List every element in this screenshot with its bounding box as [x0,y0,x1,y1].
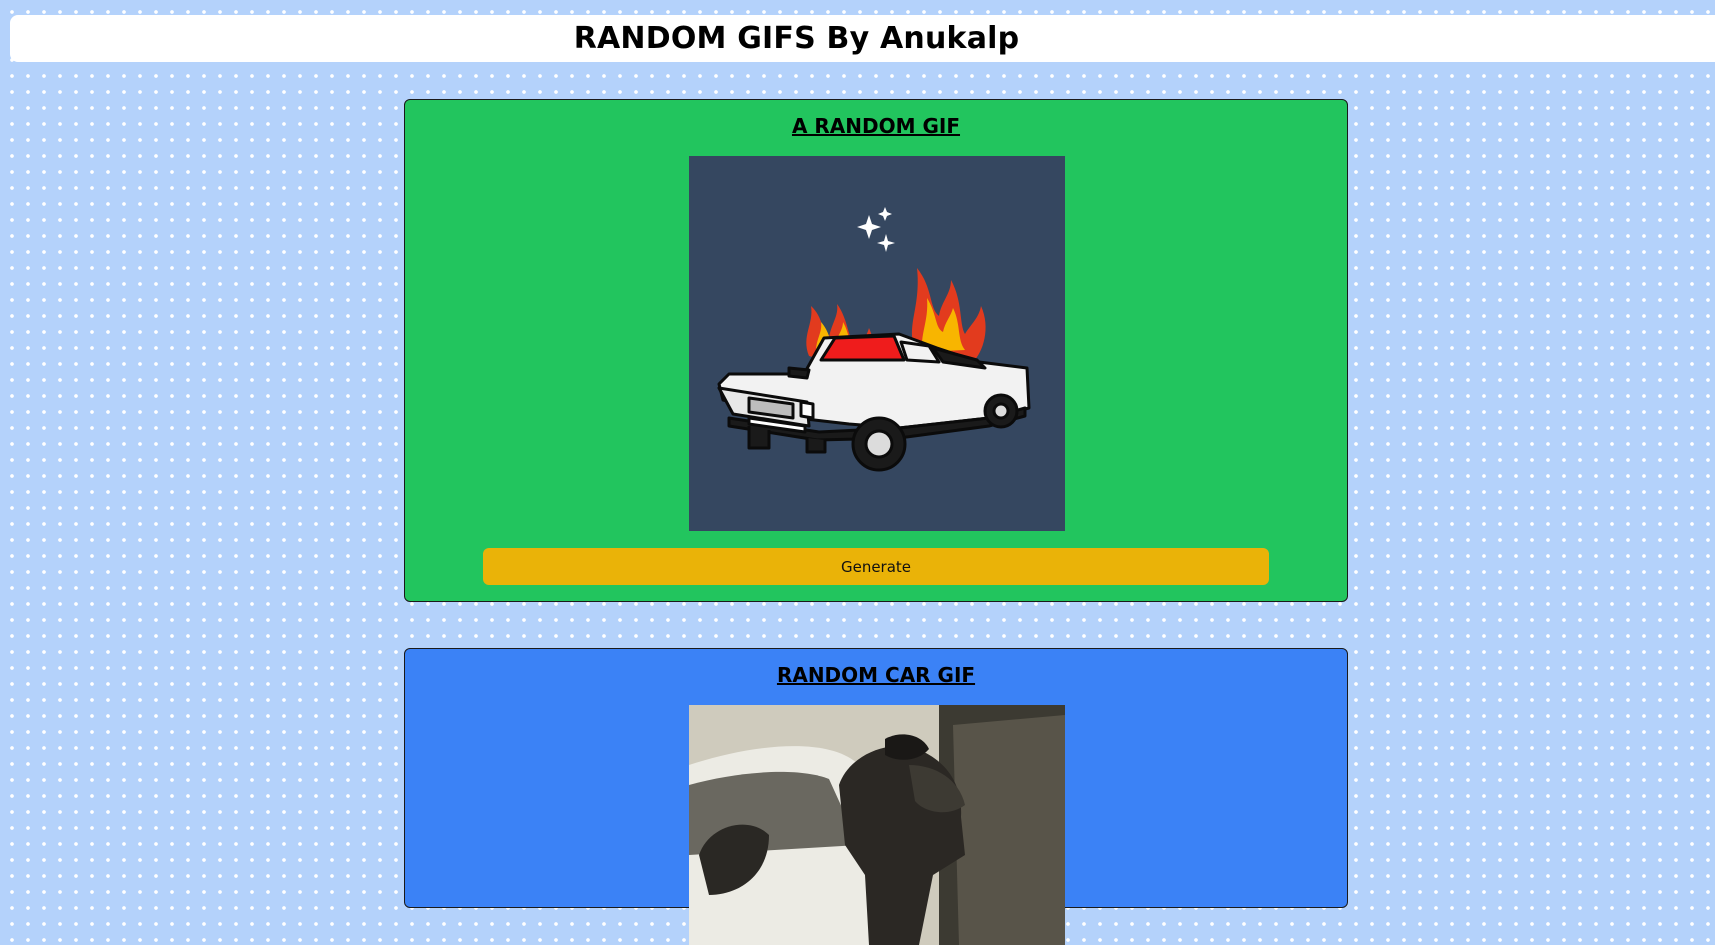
random-gif-card: A RANDOM GIF Generate [404,99,1348,602]
random-gif-image [689,156,1065,531]
sparkle-icon [857,207,895,252]
random-car-gif-image [689,705,1065,945]
random-car-gif-title: RANDOM CAR GIF [776,663,976,687]
generate-button[interactable]: Generate [483,548,1269,585]
page-title: RANDOM GIFS By Anukalp [573,21,1020,56]
car-icon [717,332,1031,472]
page-header: RANDOM GIFS By Anukalp [10,15,1715,62]
random-car-gif-card: RANDOM CAR GIF [404,648,1348,945]
random-gif-title: A RANDOM GIF [791,114,961,138]
